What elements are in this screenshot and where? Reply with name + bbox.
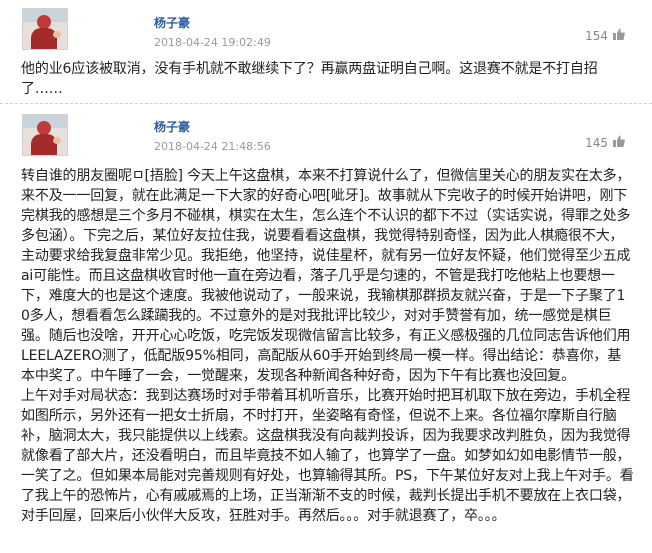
comment-paragraph: 他的业6应该被取消，没有手机就不敢继续下了？再赢两盘证明自己啊。这退赛不就是不打… — [21, 61, 598, 97]
comment-text: 他的业6应该被取消，没有手机就不敢继续下了？再赢两盘证明自己啊。这退赛不就是不打… — [21, 59, 634, 99]
avatar[interactable] — [22, 114, 68, 156]
username-link[interactable]: 杨子豪 — [154, 118, 190, 135]
comment-paragraph: 上午对手对局状态：我到达赛场时对手带着耳机听音乐，比赛开始时把耳机取下放在旁边，… — [21, 388, 634, 524]
like-count: 145 — [585, 135, 608, 150]
comment-timestamp: 2018-04-24 21:48:56 — [154, 140, 271, 153]
thumbs-up-icon[interactable] — [612, 27, 626, 44]
comment-item: 杨子豪 2018-04-24 21:48:56 145 转自谁的朋友圈呢ㅁ[捂脸… — [0, 104, 652, 553]
comment-text: 转自谁的朋友圈呢ㅁ[捂脸] 今天上午这盘棋，本来不打算说什么了，但微信里关心的朋… — [21, 166, 634, 526]
username-link[interactable]: 杨子豪 — [154, 14, 190, 31]
avatar-hand — [53, 137, 61, 144]
comment-timestamp: 2018-04-24 19:02:49 — [154, 36, 271, 49]
like-count: 154 — [585, 28, 608, 43]
avatar-hand — [53, 31, 61, 38]
avatar-head — [37, 15, 51, 29]
like-button[interactable]: 145 — [585, 134, 626, 151]
comment-item: 杨子豪 2018-04-24 19:02:49 154 他的业6应该被取消，没有… — [0, 0, 652, 104]
comment-paragraph: 转自谁的朋友圈呢ㅁ[捂脸] 今天上午这盘棋，本来不打算说什么了，但微信里关心的朋… — [21, 168, 631, 384]
thumbs-up-icon[interactable] — [612, 134, 626, 151]
avatar[interactable] — [22, 8, 68, 50]
avatar-head — [37, 121, 51, 135]
like-button[interactable]: 154 — [585, 27, 626, 44]
